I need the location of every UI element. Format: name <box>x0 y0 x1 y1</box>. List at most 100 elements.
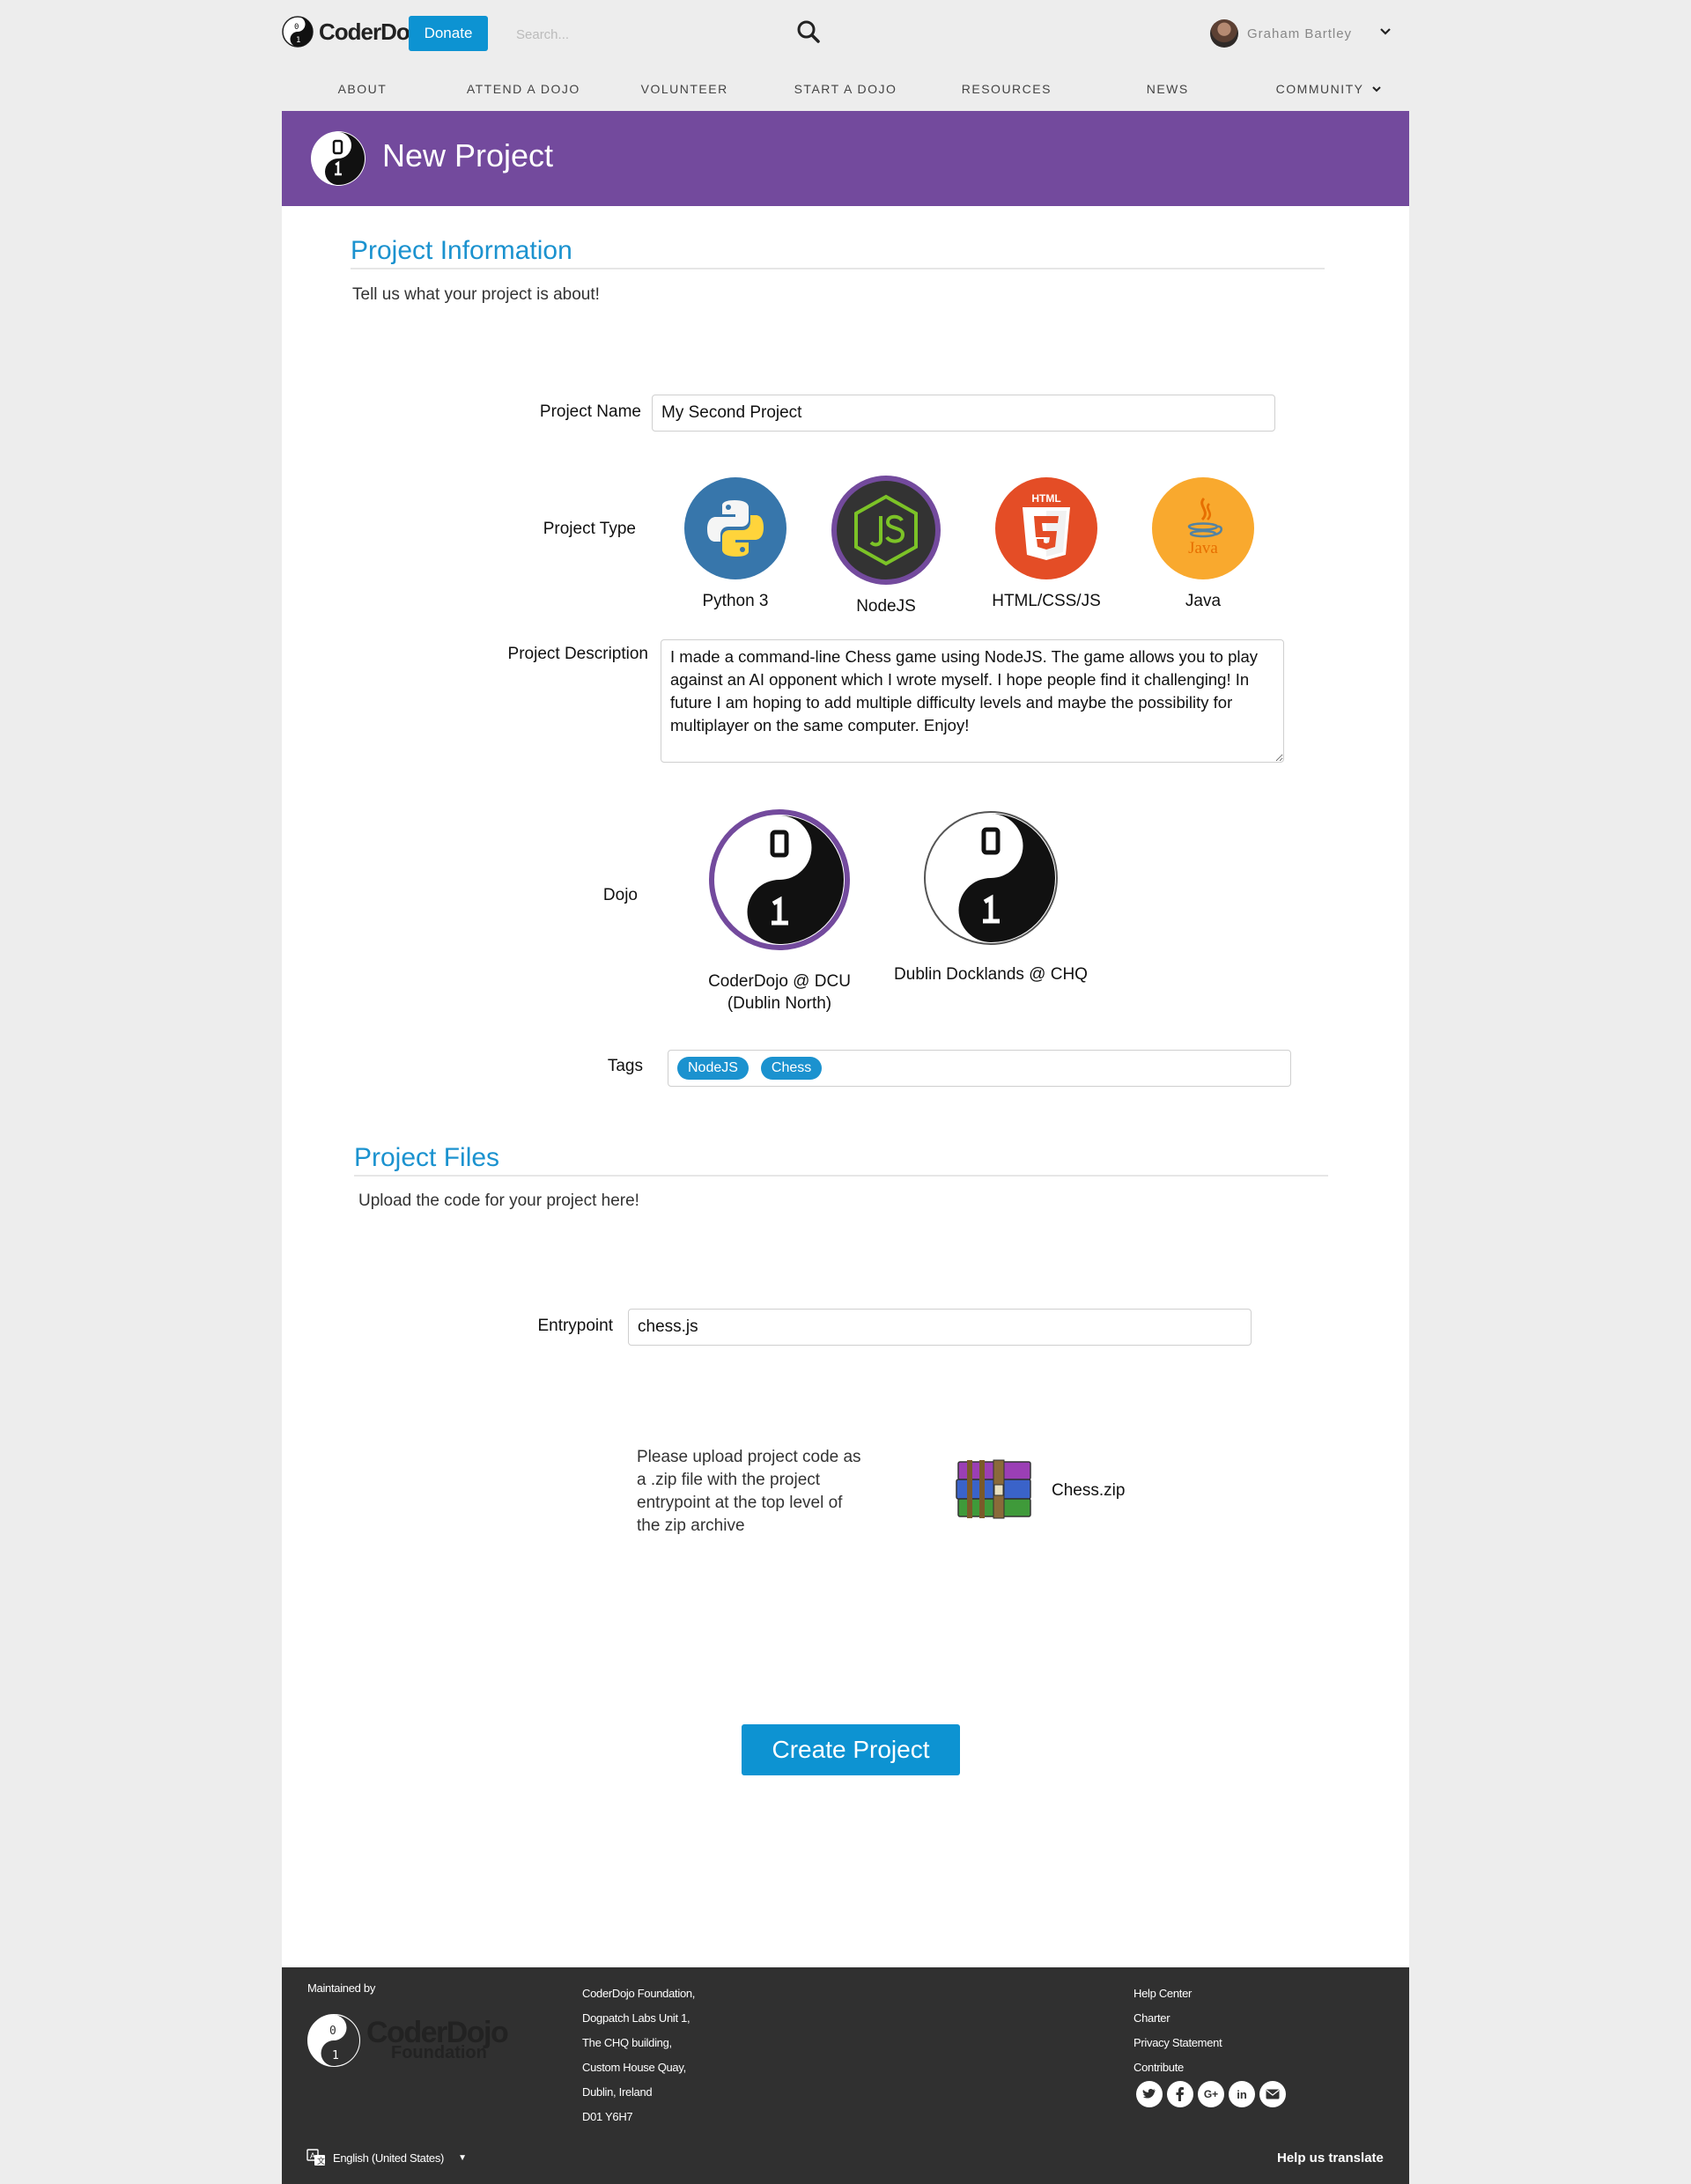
dojo-name: Dublin Docklands @ CHQ <box>894 965 1088 984</box>
upload-instructions: Please upload project code as a .zip fil… <box>637 1446 892 1538</box>
address-line: Dublin, Ireland <box>582 2085 653 2099</box>
tag-chip[interactable]: NodeJS <box>677 1057 749 1080</box>
entrypoint-input[interactable] <box>628 1309 1252 1346</box>
dojo-label: Dojo <box>602 886 638 904</box>
nav-item-community[interactable]: COMMUNITY <box>1248 77 1409 100</box>
project-type-label: NodeJS <box>856 597 916 616</box>
chevron-down-icon <box>1371 85 1381 92</box>
avatar <box>1210 19 1238 48</box>
address-line: Dogpatch Labs Unit 1, <box>582 2011 690 2025</box>
project-type-label: HTML/CSS/JS <box>992 592 1101 610</box>
project-type-label: Project Type <box>543 520 636 538</box>
tag-chip[interactable]: Chess <box>760 1057 823 1080</box>
entrypoint-label: Entrypoint <box>537 1317 613 1335</box>
section-subtitle: Upload the code for your project here! <box>358 1192 639 1210</box>
nav-item-attend-a-dojo[interactable]: ATTEND A DOJO <box>443 77 604 100</box>
svg-text:文: 文 <box>317 2156 325 2166</box>
java-icon: Java <box>1152 477 1254 579</box>
user-name: Graham Bartley <box>1247 26 1353 41</box>
yin-yang-logo-icon: 0 1 <box>307 2014 360 2067</box>
search-icon[interactable] <box>796 19 821 48</box>
main-nav: ABOUT ATTEND A DOJO VOLUNTEER START A DO… <box>282 77 1409 100</box>
svg-text:0: 0 <box>294 23 299 32</box>
address-line: Custom House Quay, <box>582 2061 686 2074</box>
zip-archive-icon[interactable] <box>953 1458 1036 1524</box>
section-subtitle: Tell us what your project is about! <box>352 285 600 304</box>
project-description-textarea[interactable]: I made a command-line Chess game using N… <box>661 639 1284 763</box>
project-name-input[interactable] <box>652 395 1275 432</box>
dojo-option-dcu[interactable]: CoderDojo @ DCU (Dublin North) <box>678 808 881 1015</box>
project-type-python[interactable]: Python 3 <box>683 477 788 611</box>
footer-link-privacy-statement[interactable]: Privacy Statement <box>1133 2031 1222 2055</box>
yin-yang-logo-icon <box>924 811 1058 945</box>
language-label: English (United States) <box>333 2151 445 2165</box>
coderdojo-foundation-logo[interactable]: 0 1 CoderDojo Foundation <box>306 2013 509 2068</box>
dojo-location: (Dublin North) <box>727 994 832 1013</box>
nav-item-start-a-dojo[interactable]: START A DOJO <box>765 77 927 100</box>
footer-links: Help Center Charter Privacy Statement Co… <box>1133 1981 1222 2080</box>
upload-instructions-line: the zip archive <box>637 1516 745 1535</box>
user-menu[interactable]: Graham Bartley <box>1210 19 1352 48</box>
project-type-label: Python 3 <box>702 592 769 610</box>
foundation-logo-text: CoderDojo Foundation <box>366 2016 509 2062</box>
caret-down-icon: ▼ <box>458 2152 467 2163</box>
create-project-button[interactable]: Create Project <box>742 1724 960 1775</box>
footer-address: CoderDojo Foundation, Dogpatch Labs Unit… <box>582 1981 695 2129</box>
svg-text:Java: Java <box>1188 539 1218 557</box>
project-type-html[interactable]: HTML HTML/CSS/JS <box>985 477 1108 611</box>
html5-icon: HTML <box>995 477 1097 579</box>
project-type-nodejs[interactable]: NodeJS <box>831 476 941 616</box>
nodejs-icon <box>831 476 941 585</box>
project-description-label: Project Description <box>507 645 648 663</box>
section-title-project-information: Project Information <box>351 236 572 265</box>
nav-label: START A DOJO <box>794 82 897 96</box>
nav-label: ABOUT <box>337 82 388 96</box>
upload-instructions-line: a .zip file with the project <box>637 1471 821 1489</box>
nav-label: ATTEND A DOJO <box>466 82 580 96</box>
nav-item-news[interactable]: NEWS <box>1087 77 1248 100</box>
nav-item-about[interactable]: ABOUT <box>282 77 443 100</box>
svg-text:HTML: HTML <box>1031 492 1060 505</box>
footer-link-help-center[interactable]: Help Center <box>1133 1981 1222 2006</box>
coderdojo-logo[interactable]: 0 1 CoderDojo <box>282 16 429 48</box>
nav-label: NEWS <box>1146 82 1189 96</box>
footer-link-charter[interactable]: Charter <box>1133 2006 1222 2031</box>
upload-instructions-line: Please upload project code as <box>637 1448 861 1466</box>
nav-item-resources[interactable]: RESOURCES <box>926 77 1087 100</box>
dojo-option-label: Dublin Docklands @ CHQ <box>894 963 1088 985</box>
search-input[interactable] <box>514 18 782 51</box>
project-type-java[interactable]: Java Java <box>1150 477 1256 611</box>
nav-label: COMMUNITY <box>1275 82 1364 96</box>
page-title: New Project <box>382 137 554 173</box>
yin-yang-logo-icon <box>709 809 850 950</box>
svg-text:1: 1 <box>332 2049 339 2062</box>
divider <box>351 268 1325 269</box>
facebook-icon[interactable] <box>1167 2081 1193 2107</box>
dojo-name: CoderDojo @ DCU <box>708 972 851 991</box>
twitter-icon[interactable] <box>1136 2081 1163 2107</box>
google-plus-icon[interactable]: G+ <box>1198 2081 1224 2107</box>
upload-instructions-line: entrypoint at the top level of <box>637 1494 843 1512</box>
donate-button[interactable]: Donate <box>409 16 488 51</box>
address-line: CoderDojo Foundation, <box>582 1987 696 2000</box>
tags-label: Tags <box>607 1057 643 1075</box>
project-name-label: Project Name <box>539 402 641 421</box>
python-icon <box>684 477 786 579</box>
footer-link-contribute[interactable]: Contribute <box>1133 2055 1222 2080</box>
chevron-down-icon[interactable] <box>1379 25 1392 41</box>
foundation-logo-line: CoderDojo <box>366 2016 509 2049</box>
translate-icon: A 文 <box>306 2149 325 2166</box>
tags-input[interactable]: NodeJS Chess <box>668 1050 1291 1087</box>
address-line: D01 Y6H7 <box>582 2110 633 2123</box>
dojo-option-chq[interactable]: Dublin Docklands @ CHQ <box>885 810 1097 985</box>
email-icon[interactable] <box>1259 2081 1286 2107</box>
content-panel <box>282 206 1409 1967</box>
svg-text:A: A <box>310 2151 315 2160</box>
uploaded-file-name[interactable]: Chess.zip <box>1052 1481 1125 1501</box>
svg-text:0: 0 <box>329 2025 336 2038</box>
svg-text:1: 1 <box>296 36 300 45</box>
linkedin-icon[interactable]: in <box>1229 2081 1255 2107</box>
help-translate-link[interactable]: Help us translate <box>1277 2151 1384 2166</box>
nav-item-volunteer[interactable]: VOLUNTEER <box>604 77 765 100</box>
language-selector[interactable]: A 文 English (United States) ▼ <box>306 2149 467 2166</box>
